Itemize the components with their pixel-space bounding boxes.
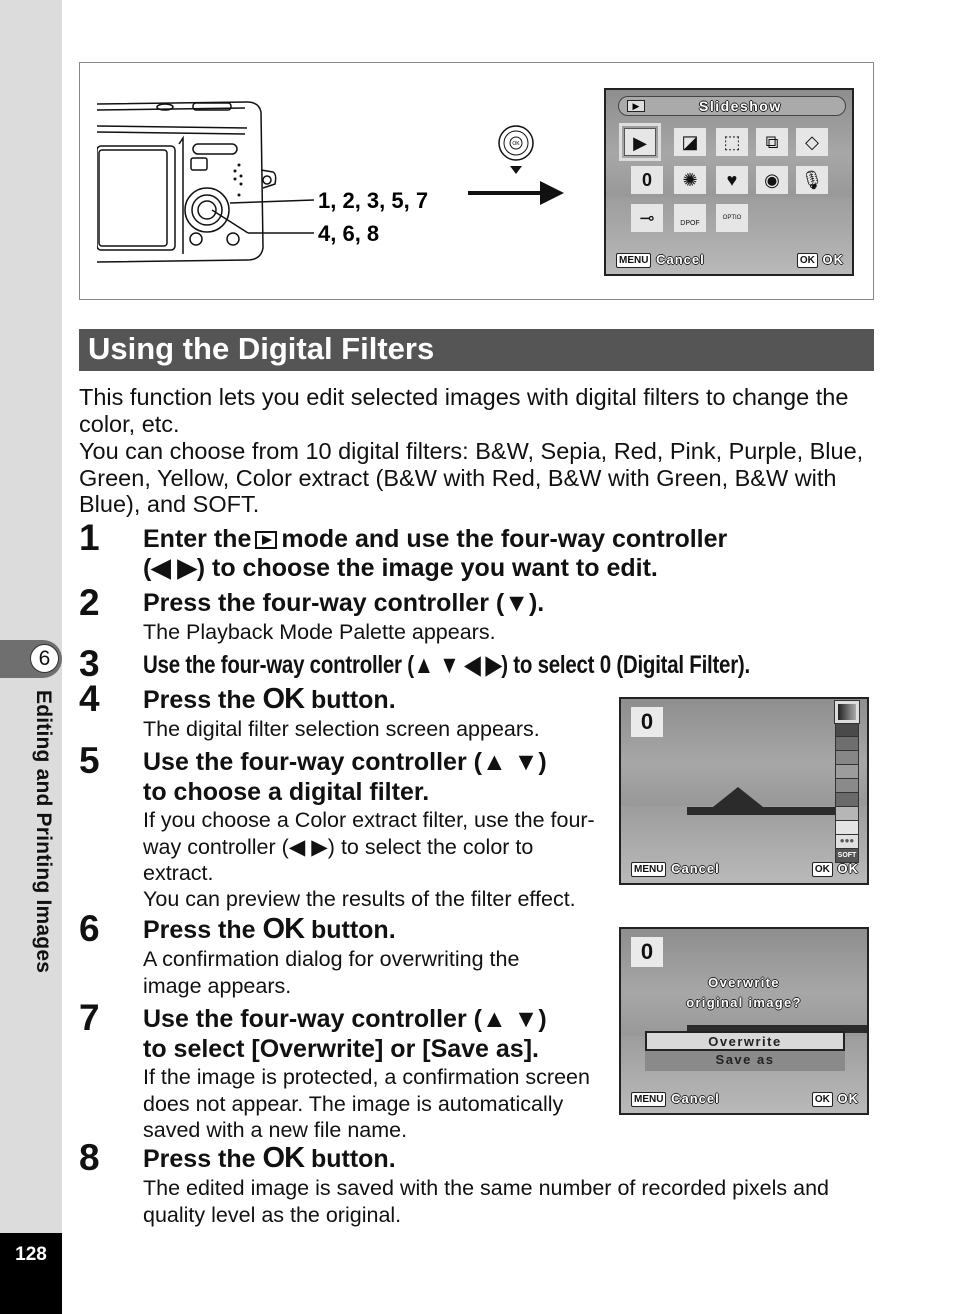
ok-label: OK bbox=[837, 1091, 859, 1106]
playback-mode-icon bbox=[255, 531, 278, 549]
voice-memo-icon[interactable]: 🎙 bbox=[796, 166, 828, 194]
step-6-title: Press the OK button. bbox=[143, 913, 396, 945]
arrow-right-icon bbox=[468, 181, 564, 205]
step-5-title: Use the four-way controller (▲ ▼) bbox=[143, 748, 547, 776]
ok-key: OK bbox=[811, 862, 833, 878]
step-7-desc: If the image is protected, a confirmatio… bbox=[143, 1065, 590, 1142]
palette-title: Slideshow bbox=[699, 98, 782, 114]
step-5-desc-2: You can preview the results of the filte… bbox=[143, 887, 576, 911]
filter-swatch[interactable] bbox=[835, 723, 859, 737]
ok-button-glyph: OK bbox=[262, 1142, 305, 1174]
red-eye-icon[interactable]: ◉ bbox=[756, 166, 788, 194]
menu-key: MENU bbox=[631, 1092, 667, 1108]
step-6-desc: A confirmation dialog for overwriting th… bbox=[143, 947, 520, 998]
step-1-title-line2: (◀ ▶) to choose the image you want to ed… bbox=[143, 554, 658, 582]
cancel-softkey: MENU Cancel bbox=[631, 1091, 720, 1108]
cropping-icon[interactable]: ⬚ bbox=[716, 128, 748, 156]
filter-swatch-selected[interactable] bbox=[834, 700, 860, 724]
overwrite-question-line1: Overwrite bbox=[708, 975, 780, 990]
page-number: 128 bbox=[15, 1244, 47, 1265]
cancel-softkey: MENU Cancel bbox=[616, 252, 705, 269]
step-4-number: 4 bbox=[79, 678, 100, 719]
digital-filter-selection-screen: 0 ●●● SOFT MENU Cancel OK OK bbox=[619, 697, 869, 885]
digital-filter-icon[interactable]: 0 bbox=[631, 166, 663, 194]
step-3-title: Use the four-way controller (▲ ▼ ◀ ▶) to… bbox=[143, 651, 750, 679]
filter-swatch-list[interactable]: ●●● SOFT bbox=[833, 700, 861, 863]
step-1-title: Enter the mode and use the four-way contr… bbox=[143, 525, 728, 553]
four-way-controller-down-icon: OK bbox=[498, 125, 534, 174]
callout-controller-steps: 1, 2, 3, 5, 7 bbox=[318, 188, 429, 213]
ok-softkey: OK OK bbox=[811, 1091, 859, 1108]
playback-palette-screen: ▶ Slideshow ▶ ◪ ⬚ ⧉ ◇ 0 ✺ ♥ ◉ 🎙 ⊸ DPOF O… bbox=[604, 88, 854, 276]
step-5-title-line2: to choose a digital filter. bbox=[143, 778, 430, 806]
step-2-title: Press the four-way controller (▼). bbox=[143, 589, 545, 617]
ok-label: OK bbox=[822, 252, 844, 267]
filter-swatch[interactable] bbox=[835, 779, 859, 793]
step-8-title: Press the OK button. bbox=[143, 1142, 396, 1174]
step-7-title: Use the four-way controller (▲ ▼) bbox=[143, 1005, 547, 1033]
step-2-number: 2 bbox=[79, 582, 100, 623]
step-5-number: 5 bbox=[79, 740, 100, 781]
step-8-desc: The edited image is saved with the same … bbox=[143, 1176, 829, 1227]
svg-text:OK: OK bbox=[512, 141, 520, 147]
overwrite-confirmation-screen: 0 Overwrite original image? Overwrite Sa… bbox=[619, 927, 869, 1115]
slideshow-icon[interactable]: ▶ bbox=[619, 123, 661, 161]
filter-swatch[interactable] bbox=[835, 793, 859, 807]
chapter-number: 6 bbox=[30, 644, 59, 673]
chapter-title: Editing and Printing Images bbox=[32, 690, 55, 974]
filter-swatch[interactable] bbox=[835, 751, 859, 765]
ok-softkey: OK OK bbox=[796, 252, 844, 269]
step-5-desc: If you choose a Color extract filter, us… bbox=[143, 808, 595, 885]
dpof-icon[interactable]: DPOF bbox=[674, 204, 706, 232]
cancel-label: Cancel bbox=[656, 252, 705, 267]
step-8-number: 8 bbox=[79, 1137, 100, 1178]
ok-button-glyph: OK bbox=[262, 683, 305, 715]
step-3-number: 3 bbox=[79, 643, 100, 684]
digital-filter-icon: 0 bbox=[599, 651, 611, 679]
cancel-label: Cancel bbox=[671, 1091, 720, 1106]
filter-swatch[interactable] bbox=[835, 765, 859, 779]
step-7-number: 7 bbox=[79, 997, 100, 1038]
section-heading: Using the Digital Filters bbox=[79, 329, 874, 371]
step-1-number: 1 bbox=[79, 517, 100, 558]
callout-ok-steps: 4, 6, 8 bbox=[318, 221, 380, 246]
intro-paragraph-1: This function lets you edit selected ima… bbox=[79, 384, 849, 437]
step-4-desc: The digital filter selection screen appe… bbox=[143, 717, 540, 741]
filter-swatch[interactable] bbox=[835, 737, 859, 751]
overwrite-question-line2: original image? bbox=[686, 995, 802, 1010]
intro-paragraph-2: You can choose from 10 digital filters: … bbox=[79, 438, 864, 517]
ok-key: OK bbox=[811, 1092, 833, 1108]
menu-key: MENU bbox=[616, 253, 652, 269]
option-save-as[interactable]: Save as bbox=[645, 1051, 845, 1071]
playback-mode-icon: ▶ bbox=[627, 100, 645, 112]
color-extract-swatch[interactable]: ●●● bbox=[835, 835, 859, 849]
camera-back-illustration bbox=[97, 101, 277, 263]
filter-swatch[interactable] bbox=[835, 807, 859, 821]
image-copy-icon[interactable]: ⧉ bbox=[756, 128, 788, 156]
ok-label: OK bbox=[837, 861, 859, 876]
step-7-title-line2: to select [Overwrite] or [Save as]. bbox=[143, 1035, 539, 1063]
ok-key: OK bbox=[796, 253, 818, 269]
filter-swatch[interactable] bbox=[835, 821, 859, 835]
palette-header: ▶ Slideshow bbox=[618, 96, 846, 116]
resize-icon[interactable]: ◪ bbox=[674, 128, 706, 156]
start-up-screen-icon[interactable]: OPTIO bbox=[716, 204, 748, 232]
step-2-desc: The Playback Mode Palette appears. bbox=[143, 620, 496, 644]
cancel-softkey: MENU Cancel bbox=[631, 861, 720, 878]
option-overwrite[interactable]: Overwrite bbox=[645, 1031, 845, 1051]
protect-icon[interactable]: ⊸ bbox=[631, 204, 663, 232]
rotate-icon[interactable]: ◇ bbox=[796, 128, 828, 156]
ok-softkey: OK OK bbox=[811, 861, 859, 878]
step-6-number: 6 bbox=[79, 908, 100, 949]
cancel-label: Cancel bbox=[671, 861, 720, 876]
brightness-filter-icon[interactable]: ✺ bbox=[674, 166, 706, 194]
step-4-title: Press the OK button. bbox=[143, 683, 396, 715]
frame-composite-icon[interactable]: ♥ bbox=[716, 166, 748, 194]
digital-filter-icon: 0 bbox=[631, 937, 663, 967]
ok-button-glyph: OK bbox=[262, 913, 305, 945]
menu-key: MENU bbox=[631, 862, 667, 878]
digital-filter-icon: 0 bbox=[631, 707, 663, 737]
